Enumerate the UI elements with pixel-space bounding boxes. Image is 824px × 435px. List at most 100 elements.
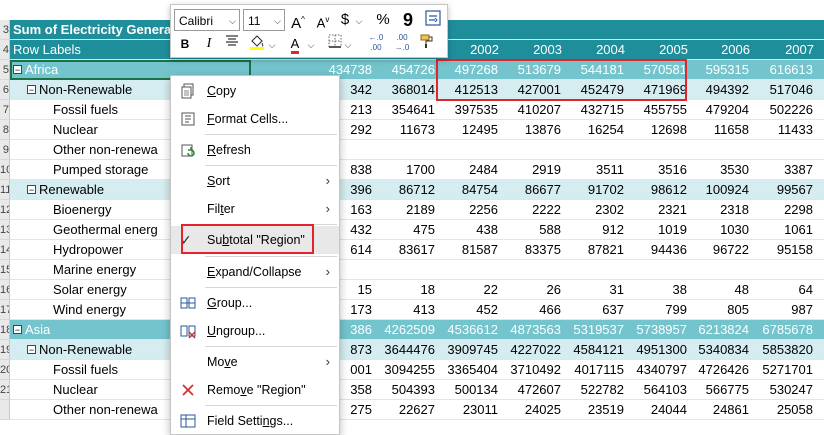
format-painter-button[interactable]	[417, 33, 437, 55]
value-cell[interactable]: 13876	[499, 120, 561, 140]
value-cell[interactable]: 6785678	[751, 320, 813, 340]
value-cell[interactable]: 472607	[499, 380, 561, 400]
value-cell[interactable]: 25058	[751, 400, 813, 420]
fill-color-button[interactable]	[247, 33, 267, 55]
collapse-toggle-icon[interactable]: −	[13, 65, 22, 75]
italic-button[interactable]: I	[201, 33, 217, 55]
value-cell[interactable]: 94436	[625, 240, 687, 260]
year-header[interactable]: 2003	[500, 40, 562, 60]
year-header[interactable]: 2006	[688, 40, 750, 60]
collapse-toggle-icon[interactable]: −	[27, 345, 36, 355]
value-cell[interactable]: 3365404	[436, 360, 498, 380]
value-cell[interactable]	[562, 140, 624, 160]
value-cell[interactable]: 471969	[625, 80, 687, 100]
value-cell[interactable]: 3511	[562, 160, 624, 180]
value-cell[interactable]: 3516	[625, 160, 687, 180]
menu-item-filter[interactable]: Filter ›	[171, 195, 339, 223]
value-cell[interactable]: 427001	[499, 80, 561, 100]
value-cell[interactable]: 24025	[499, 400, 561, 420]
value-cell[interactable]: 1061	[751, 220, 813, 240]
value-cell[interactable]: 18	[373, 280, 435, 300]
value-cell[interactable]: 95158	[751, 240, 813, 260]
value-cell[interactable]: 595315	[687, 60, 749, 80]
value-cell[interactable]: 22	[436, 280, 498, 300]
value-cell[interactable]: 544181	[562, 60, 624, 80]
value-cell[interactable]: 5340834	[687, 340, 749, 360]
comma-style-button[interactable]: 9	[401, 9, 415, 31]
value-cell[interactable]	[751, 260, 813, 280]
value-cell[interactable]: 570581	[625, 60, 687, 80]
value-cell[interactable]: 83375	[499, 240, 561, 260]
value-cell[interactable]: 500134	[436, 380, 498, 400]
menu-item-group[interactable]: Group...	[171, 289, 339, 317]
bold-button[interactable]: B	[177, 33, 193, 55]
value-cell[interactable]: 432715	[562, 100, 624, 120]
value-cell[interactable]: 513679	[499, 60, 561, 80]
value-cell[interactable]: 4227022	[499, 340, 561, 360]
value-cell[interactable]: 12698	[625, 120, 687, 140]
value-cell[interactable]	[625, 260, 687, 280]
value-cell[interactable]: 566775	[687, 380, 749, 400]
value-cell[interactable]: 48	[687, 280, 749, 300]
value-cell[interactable]: 2484	[436, 160, 498, 180]
value-cell[interactable]: 479204	[687, 100, 749, 120]
value-cell[interactable]	[436, 260, 498, 280]
value-cell[interactable]: 64	[751, 280, 813, 300]
value-cell[interactable]: 83617	[373, 240, 435, 260]
value-cell[interactable]: 22627	[373, 400, 435, 420]
value-cell[interactable]: 3387	[751, 160, 813, 180]
value-cell[interactable]: 91702	[562, 180, 624, 200]
value-cell[interactable]: 87821	[562, 240, 624, 260]
fill-color-dropdown[interactable]: ⌵	[267, 33, 277, 55]
menu-item-move[interactable]: Move ›	[171, 348, 339, 376]
pivot-title[interactable]: Sum of Electricity Genera	[13, 20, 171, 40]
currency-dropdown[interactable]: ⌵	[354, 9, 364, 31]
value-cell[interactable]: 26	[499, 280, 561, 300]
value-cell[interactable]: 3530	[687, 160, 749, 180]
value-cell[interactable]: 504393	[373, 380, 435, 400]
value-cell[interactable]: 11433	[751, 120, 813, 140]
value-cell[interactable]: 86712	[373, 180, 435, 200]
value-cell[interactable]: 412513	[436, 80, 498, 100]
value-cell[interactable]: 2321	[625, 200, 687, 220]
value-cell[interactable]: 616613	[751, 60, 813, 80]
align-button[interactable]	[223, 33, 241, 55]
value-cell[interactable]: 84754	[436, 180, 498, 200]
menu-item-remove-region[interactable]: Remove "Region"	[171, 376, 339, 404]
value-cell[interactable]: 31	[562, 280, 624, 300]
value-cell[interactable]: 3094255	[373, 360, 435, 380]
value-cell[interactable]: 1700	[373, 160, 435, 180]
value-cell[interactable]: 564103	[625, 380, 687, 400]
value-cell[interactable]: 4017115	[562, 360, 624, 380]
menu-item-format-cells[interactable]: Format Cells...	[171, 105, 339, 133]
menu-item-refresh[interactable]: Refresh	[171, 136, 339, 164]
value-cell[interactable]: 6213824	[687, 320, 749, 340]
menu-item-expand-collapse[interactable]: Expand/Collapse ›	[171, 258, 339, 286]
wrap-format-button[interactable]	[424, 10, 442, 30]
value-cell[interactable]	[751, 140, 813, 160]
value-cell[interactable]: 987	[751, 300, 813, 320]
value-cell[interactable]: 475	[373, 220, 435, 240]
value-cell[interactable]: 24044	[625, 400, 687, 420]
menu-item-copy[interactable]: Copy	[171, 77, 339, 105]
collapse-toggle-icon[interactable]: −	[13, 325, 22, 335]
value-cell[interactable]: 452479	[562, 80, 624, 100]
value-cell[interactable]: 4873563	[499, 320, 561, 340]
value-cell[interactable]: 4726426	[687, 360, 749, 380]
menu-item-field-settings[interactable]: Field Settings...	[171, 407, 339, 435]
value-cell[interactable]: 805	[687, 300, 749, 320]
value-cell[interactable]: 23011	[436, 400, 498, 420]
year-header[interactable]: 2007	[752, 40, 814, 60]
value-cell[interactable]: 368014	[373, 80, 435, 100]
percent-button[interactable]: %	[374, 9, 392, 31]
value-cell[interactable]: 24861	[687, 400, 749, 420]
value-cell[interactable]	[436, 140, 498, 160]
value-cell[interactable]: 2256	[436, 200, 498, 220]
value-cell[interactable]: 23519	[562, 400, 624, 420]
value-cell[interactable]: 637	[562, 300, 624, 320]
value-cell[interactable]: 3644476	[373, 340, 435, 360]
value-cell[interactable]: 4584121	[562, 340, 624, 360]
value-cell[interactable]: 497268	[436, 60, 498, 80]
value-cell[interactable]: 522782	[562, 380, 624, 400]
value-cell[interactable]: 16254	[562, 120, 624, 140]
